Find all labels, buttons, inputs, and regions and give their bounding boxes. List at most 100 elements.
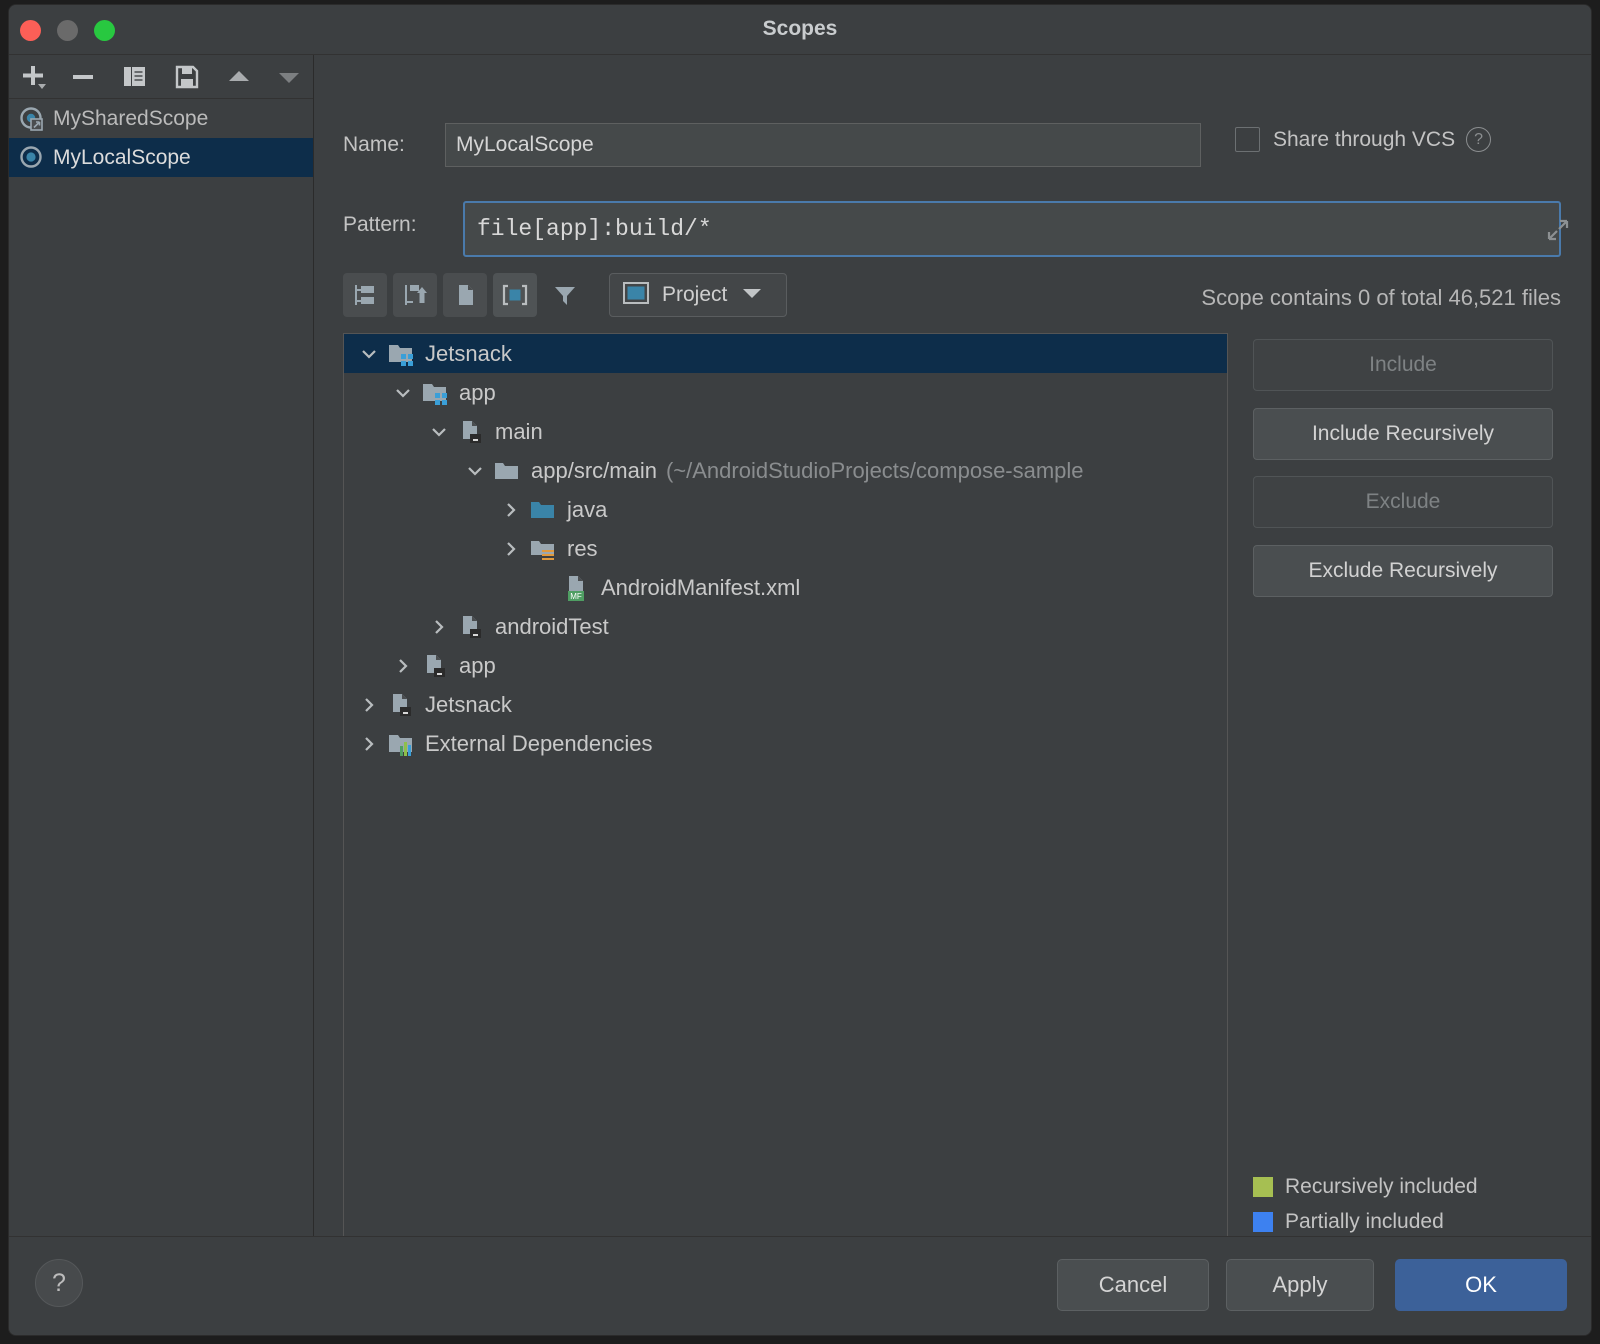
share-through-vcs-row[interactable]: Share through VCS ? bbox=[1235, 127, 1491, 152]
chevron-right-icon[interactable] bbox=[352, 695, 386, 715]
share-through-vcs-label: Share through VCS bbox=[1273, 128, 1455, 152]
triangle-down-icon bbox=[275, 63, 303, 91]
save-scope-button[interactable] bbox=[169, 60, 205, 94]
tree-row-label: app bbox=[459, 653, 496, 679]
chevron-down-icon[interactable] bbox=[386, 383, 420, 403]
chevron-down-icon[interactable] bbox=[352, 344, 386, 364]
filter-button[interactable] bbox=[543, 273, 587, 317]
tree-toolbar: Project bbox=[343, 273, 787, 317]
tree-row-label: res bbox=[567, 536, 598, 562]
scopes-sidebar: MySharedScope MyLocalScope bbox=[9, 55, 314, 1236]
file-icon bbox=[451, 281, 479, 309]
tree-row[interactable]: main bbox=[344, 412, 1227, 451]
source-module-icon bbox=[420, 651, 450, 681]
share-through-vcs-checkbox[interactable] bbox=[1235, 127, 1260, 152]
legend: Recursively included Partially included bbox=[1253, 1175, 1478, 1245]
apply-button[interactable]: Apply bbox=[1226, 1259, 1374, 1311]
legend-label: Recursively included bbox=[1285, 1175, 1478, 1199]
external-dependencies-icon bbox=[386, 729, 416, 759]
help-icon[interactable]: ? bbox=[1466, 127, 1491, 152]
ok-button[interactable]: OK bbox=[1395, 1259, 1567, 1311]
scope-type-label: Project bbox=[662, 283, 727, 307]
tree-row-label: app bbox=[459, 380, 496, 406]
expand-icon[interactable] bbox=[1545, 217, 1571, 243]
tree-row[interactable]: Jetsnack bbox=[344, 334, 1227, 373]
project-module-icon bbox=[386, 339, 416, 369]
minus-icon bbox=[68, 62, 98, 92]
pattern-label: Pattern: bbox=[343, 213, 417, 237]
show-modules-button[interactable] bbox=[493, 273, 537, 317]
manifest-file-icon: MF bbox=[562, 573, 592, 603]
pattern-input[interactable] bbox=[463, 201, 1561, 257]
tree-row-label: app/src/main bbox=[531, 458, 657, 484]
remove-scope-button[interactable] bbox=[65, 60, 101, 94]
show-files-button[interactable] bbox=[443, 273, 487, 317]
flatten-packages-icon bbox=[351, 281, 379, 309]
chevron-right-icon[interactable] bbox=[386, 656, 420, 676]
chevron-right-icon[interactable] bbox=[422, 617, 456, 637]
source-module-icon bbox=[456, 417, 486, 447]
tree-row[interactable]: java bbox=[344, 490, 1227, 529]
tree-row-path: (~/AndroidStudioProjects/compose-sample bbox=[666, 458, 1084, 484]
tree-row-label: External Dependencies bbox=[425, 731, 652, 757]
copy-scope-button[interactable] bbox=[117, 60, 153, 94]
include-button[interactable]: Include bbox=[1253, 339, 1553, 391]
move-up-button[interactable] bbox=[221, 60, 257, 94]
include-recursively-button[interactable]: Include Recursively bbox=[1253, 408, 1553, 460]
scope-list-item-shared[interactable]: MySharedScope bbox=[9, 99, 313, 138]
source-module-icon bbox=[386, 690, 416, 720]
tree-row[interactable]: res bbox=[344, 529, 1227, 568]
add-scope-button[interactable] bbox=[15, 60, 51, 94]
legend-swatch-green bbox=[1253, 1177, 1273, 1197]
flatten-packages-button[interactable] bbox=[343, 273, 387, 317]
compact-middle-packages-button[interactable] bbox=[393, 273, 437, 317]
scope-list-item-label: MySharedScope bbox=[53, 107, 208, 131]
chevron-down-icon[interactable] bbox=[422, 422, 456, 442]
cancel-button[interactable]: Cancel bbox=[1057, 1259, 1209, 1311]
tree-row[interactable]: External Dependencies bbox=[344, 724, 1227, 763]
triangle-up-icon bbox=[225, 63, 253, 91]
scope-list-item-label: MyLocalScope bbox=[53, 146, 191, 170]
tree-row[interactable]: MF AndroidManifest.xml bbox=[344, 568, 1227, 607]
scope-contains-status: Scope contains 0 of total 46,521 files bbox=[1201, 285, 1561, 311]
tree-row[interactable]: app bbox=[344, 646, 1227, 685]
tree-row[interactable]: Jetsnack bbox=[344, 685, 1227, 724]
scope-list: MySharedScope MyLocalScope bbox=[9, 99, 313, 177]
scope-editor: Name: Share through VCS ? Pattern: bbox=[315, 55, 1591, 1236]
shared-scope-icon bbox=[17, 104, 47, 134]
exclude-recursively-button[interactable]: Exclude Recursively bbox=[1253, 545, 1553, 597]
chevron-right-icon[interactable] bbox=[352, 734, 386, 754]
exclude-button[interactable]: Exclude bbox=[1253, 476, 1553, 528]
tree-row-label: main bbox=[495, 419, 543, 445]
local-scope-icon bbox=[17, 143, 47, 173]
chevron-right-icon[interactable] bbox=[494, 539, 528, 559]
project-tree[interactable]: Jetsnack app bbox=[343, 333, 1228, 1253]
legend-label: Partially included bbox=[1285, 1210, 1444, 1234]
chevron-down-icon[interactable] bbox=[458, 461, 492, 481]
tree-row-label: Jetsnack bbox=[425, 341, 512, 367]
scope-type-dropdown[interactable]: Project bbox=[609, 273, 787, 317]
legend-item-recursively-included: Recursively included bbox=[1253, 1175, 1478, 1199]
copy-icon bbox=[121, 63, 149, 91]
res-folder-icon bbox=[528, 534, 558, 564]
chevron-down-icon bbox=[741, 286, 763, 305]
tree-row-label: AndroidManifest.xml bbox=[601, 575, 800, 601]
tree-row[interactable]: androidTest bbox=[344, 607, 1227, 646]
help-button[interactable]: ? bbox=[35, 1259, 83, 1307]
move-down-button[interactable] bbox=[271, 60, 307, 94]
svg-text:MF: MF bbox=[570, 592, 582, 601]
chevron-right-icon[interactable] bbox=[494, 500, 528, 520]
name-input[interactable] bbox=[445, 123, 1201, 167]
folder-icon bbox=[492, 456, 522, 486]
module-brackets-icon bbox=[501, 281, 529, 309]
source-module-icon bbox=[456, 612, 486, 642]
tree-row-label: Jetsnack bbox=[425, 692, 512, 718]
legend-item-partially-included: Partially included bbox=[1253, 1210, 1478, 1234]
window-title: Scopes bbox=[9, 17, 1591, 41]
tree-row-label: java bbox=[567, 497, 607, 523]
tree-row[interactable]: app/src/main (~/AndroidStudioProjects/co… bbox=[344, 451, 1227, 490]
plus-icon bbox=[18, 62, 48, 92]
scope-list-item-local[interactable]: MyLocalScope bbox=[9, 138, 313, 177]
scope-toolbar bbox=[9, 55, 313, 99]
tree-row[interactable]: app bbox=[344, 373, 1227, 412]
